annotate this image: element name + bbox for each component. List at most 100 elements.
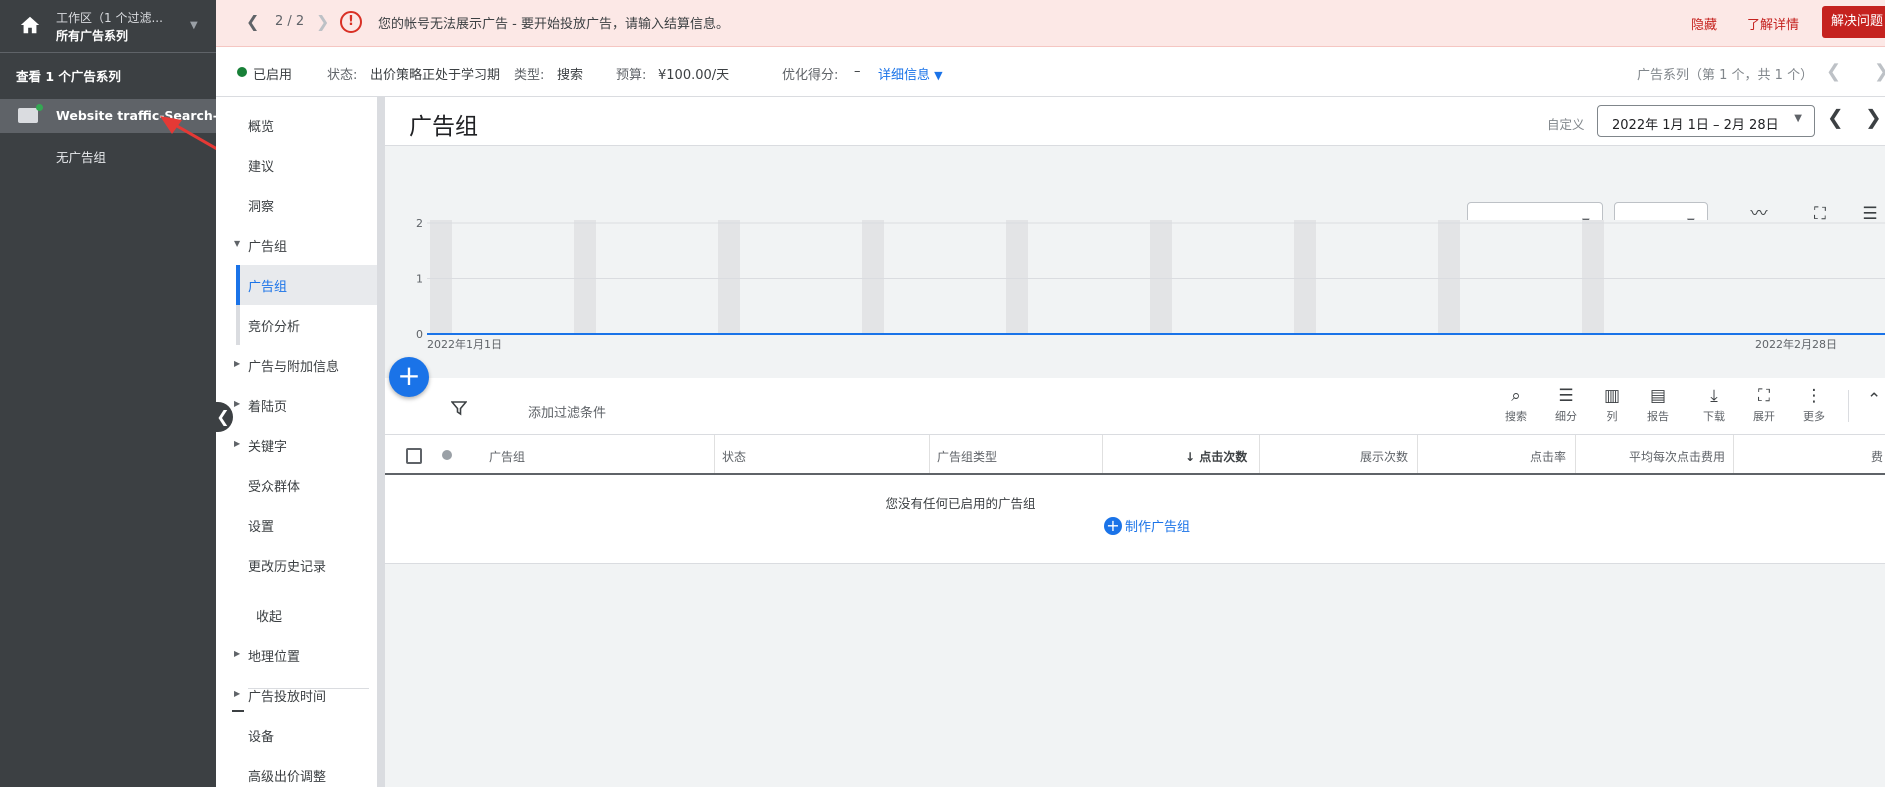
details-label: 详细信息 xyxy=(878,68,931,83)
nav-settings[interactable]: 设置 xyxy=(248,516,274,535)
workspace-filter-label: 工作区（1 个过滤... xyxy=(56,11,163,25)
add-circle-icon: + xyxy=(1104,516,1122,535)
search-label: 搜索 xyxy=(1505,410,1527,423)
caret-right-icon: ▶ xyxy=(234,439,241,448)
campaign-sidebar: 工作区（1 个过滤... 所有广告系列 ▼ 查看 1 个广告系列 Website… xyxy=(0,0,293,787)
table-expand-button[interactable]: ⛶ 展开 xyxy=(1753,386,1775,424)
weekend-band xyxy=(574,220,596,334)
empty-table-state: 您没有任何已启用的广告组 + 制作广告组 xyxy=(385,475,1885,564)
campaign-count: 查看 1 个广告系列 xyxy=(16,69,121,84)
table-toolbar: 添加过滤条件 ⌕ 搜索 ☰ 细分 ▥ 列 ▤ 报告 ⤓ 下载 ⛶ 展开 ⋮ 更多 xyxy=(385,378,1885,435)
alert-prev-icon[interactable]: ❮ xyxy=(246,12,259,31)
y-tick-label: 1 xyxy=(416,273,423,286)
chevron-down-icon[interactable]: ▼ xyxy=(190,20,198,31)
next-campaign-icon[interactable]: ❯ xyxy=(1874,61,1885,82)
nav-change-history[interactable]: 更改历史记录 xyxy=(248,556,326,575)
date-range-picker[interactable]: 2022年 1月 1日 – 2月 28日 ▼ xyxy=(1597,105,1815,137)
hide-alert-link[interactable]: 隐藏 xyxy=(1691,14,1717,33)
alert-next-icon[interactable]: ❯ xyxy=(316,12,329,31)
nav-collapse[interactable]: 收起 xyxy=(256,606,282,625)
nav-ad-groups-section[interactable]: 广告组 xyxy=(248,236,287,255)
col-separator xyxy=(1259,435,1260,473)
nav-ads-extensions[interactable]: 广告与附加信息 xyxy=(248,356,339,375)
weekend-band xyxy=(1582,220,1604,334)
nav-ad-schedule[interactable]: 广告投放时间 xyxy=(248,686,326,705)
col-clicks[interactable]: ↓ 点击次数 xyxy=(1185,448,1247,465)
download-icon: ⤓ xyxy=(1710,386,1718,406)
weekend-band xyxy=(1294,220,1316,334)
y-tick-label: 0 xyxy=(416,328,423,341)
col-separator xyxy=(1417,435,1418,473)
col-ad-group[interactable]: 广告组 xyxy=(489,448,525,465)
col-impressions[interactable]: 展示次数 xyxy=(1360,448,1408,465)
learn-more-link[interactable]: 了解详情 xyxy=(1747,14,1799,33)
columns-button[interactable]: ▥ 列 xyxy=(1604,386,1620,424)
download-button[interactable]: ⤓ 下载 xyxy=(1703,386,1725,424)
collapse-up-icon[interactable]: ⌃ xyxy=(1867,390,1881,410)
home-icon[interactable] xyxy=(19,14,41,36)
campaign-status-bar: 已启用 状态: 出价策略正处于学习期 类型: 搜索 预算: ¥100.00/天 … xyxy=(216,47,1885,97)
nav-audiences[interactable]: 受众群体 xyxy=(248,476,300,495)
alert-banner: ❮ 2 / 2 ❯ ! 您的帐号无法展示广告 - 要开始投放广告，请输入结算信息… xyxy=(216,0,1885,47)
type-value: 搜索 xyxy=(557,68,584,83)
col-clicks-label: 点击次数 xyxy=(1199,450,1248,464)
nav-advanced-bid-adjustments[interactable]: 高级出价调整 xyxy=(248,766,326,785)
search-button[interactable]: ⌕ 搜索 xyxy=(1505,386,1527,424)
budget-value[interactable]: ¥100.00/天 xyxy=(658,64,729,83)
no-ad-group-item[interactable]: 无广告组 xyxy=(56,147,106,166)
panel-splitter[interactable] xyxy=(377,97,385,787)
col-separator xyxy=(1102,435,1103,473)
nav-locations[interactable]: 地理位置 xyxy=(248,646,300,665)
caret-right-icon: ▶ xyxy=(234,649,241,658)
status-value: 出价策略正处于学习期 xyxy=(370,68,501,83)
status-filter-icon[interactable] xyxy=(442,450,452,460)
page-nav: 概览 建议 洞察 ▼ 广告组 广告组 竞价分析 ▶ 广告与附加信息 ▶ 着陆页 … xyxy=(216,97,377,787)
reports-label: 报告 xyxy=(1647,410,1669,423)
col-avg-cpc[interactable]: 平均每次点击费用 xyxy=(1629,448,1725,465)
error-icon: ! xyxy=(340,11,362,33)
add-fab-button[interactable]: + xyxy=(389,357,429,397)
nav-auction-insights[interactable]: 竞价分析 xyxy=(248,316,300,335)
nav-landing-pages[interactable]: 着陆页 xyxy=(248,396,287,415)
custom-range-label: 自定义 xyxy=(1547,117,1585,132)
nav-ad-groups[interactable]: 广告组 xyxy=(248,276,287,295)
details-link[interactable]: 详细信息 ▼ xyxy=(878,64,943,83)
nav-devices[interactable]: 设备 xyxy=(248,726,274,745)
fix-problem-button[interactable]: 解决问题 xyxy=(1822,6,1885,38)
chevron-down-icon: ▼ xyxy=(934,69,943,82)
table-expand-label: 展开 xyxy=(1753,410,1775,423)
col-separator xyxy=(929,435,930,473)
enabled-status[interactable]: 已启用 xyxy=(253,64,292,83)
status-label: 状态: xyxy=(327,68,358,83)
type-label: 类型: xyxy=(514,68,545,83)
segment-button[interactable]: ☰ 细分 xyxy=(1555,386,1577,424)
columns-label: 列 xyxy=(1606,410,1618,423)
workspace-name: 所有广告系列 xyxy=(56,29,129,43)
more-button[interactable]: ⋮ 更多 xyxy=(1803,386,1825,424)
prev-period-icon[interactable]: ❮ xyxy=(1827,105,1844,129)
col-cost[interactable]: 费 xyxy=(1871,448,1883,465)
reports-button[interactable]: ▤ 报告 xyxy=(1647,386,1669,424)
segment-icon: ☰ xyxy=(1558,386,1574,406)
weekend-band xyxy=(1150,220,1172,334)
weekend-band xyxy=(1006,220,1028,334)
create-ad-group-link[interactable]: + 制作广告组 xyxy=(1104,516,1190,535)
fullscreen-icon: ⛶ xyxy=(1758,386,1770,406)
nav-insights[interactable]: 洞察 xyxy=(248,196,274,215)
nav-keywords[interactable]: 关键字 xyxy=(248,436,287,455)
page-title: 广告组 xyxy=(409,114,478,140)
more-vert-icon: ⋮ xyxy=(1805,386,1823,406)
caret-down-icon: ▼ xyxy=(234,239,241,248)
col-ad-group-type[interactable]: 广告组类型 xyxy=(937,448,997,465)
col-status[interactable]: 状态 xyxy=(722,448,746,465)
filter-icon[interactable] xyxy=(451,400,467,416)
next-period-icon[interactable]: ❯ xyxy=(1865,105,1882,129)
col-ctr[interactable]: 点击率 xyxy=(1530,448,1566,465)
select-all-checkbox[interactable] xyxy=(406,448,422,464)
workspace-selector[interactable]: 工作区（1 个过滤... 所有广告系列 ▼ xyxy=(0,0,216,53)
nav-recommendations[interactable]: 建议 xyxy=(248,156,274,175)
nav-overview[interactable]: 概览 xyxy=(248,116,274,135)
prev-campaign-icon[interactable]: ❮ xyxy=(1826,61,1841,82)
add-filter-input[interactable]: 添加过滤条件 xyxy=(528,402,606,421)
x-end-label: 2022年2月28日 xyxy=(1755,337,1837,351)
